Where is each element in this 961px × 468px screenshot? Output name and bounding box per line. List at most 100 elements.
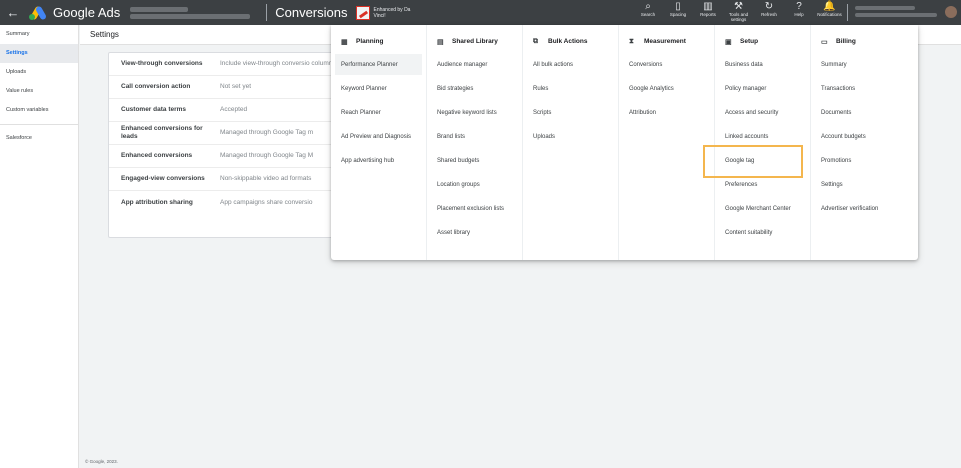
- menu-item-business-data[interactable]: Business data: [719, 54, 806, 75]
- menu-item-google-tag[interactable]: Google tag: [719, 150, 806, 171]
- spacing-button[interactable]: ▯ Spacing: [663, 0, 693, 25]
- setting-name: Engaged-view conversions: [121, 175, 205, 182]
- google-ads-logo-icon: [29, 4, 48, 21]
- help-label: Help: [794, 12, 804, 17]
- menu-item-location-groups[interactable]: Location groups: [431, 174, 518, 195]
- menu-heading-label: Billing: [836, 38, 856, 45]
- setting-value: App campaigns share conversio: [220, 198, 313, 206]
- account-selector[interactable]: [130, 4, 260, 22]
- menu-item-access-and-security[interactable]: Access and security: [719, 102, 806, 123]
- user-account-info[interactable]: [855, 6, 937, 17]
- menu-item-bid-strategies[interactable]: Bid strategies: [431, 78, 518, 99]
- setting-name: Customer data terms: [121, 106, 187, 113]
- menu-item-google-analytics[interactable]: Google Analytics: [623, 78, 710, 99]
- menu-column-setup: ▣ Setup Business data Policy manager Acc…: [715, 25, 811, 260]
- setting-value: Managed through Google Tag m: [220, 129, 314, 136]
- tools-and-settings-menu: ▦ Planning Performance Planner Keyword P…: [331, 25, 918, 260]
- copyright-footer: © Google, 2023.: [85, 459, 118, 464]
- menu-heading-label: Planning: [356, 38, 384, 45]
- setting-row-app-attribution[interactable]: App attribution sharing App campaigns sh…: [109, 191, 332, 214]
- menu-item-app-advertising-hub[interactable]: App advertising hub: [335, 150, 422, 171]
- sidebar-item-summary[interactable]: Summary: [0, 25, 78, 44]
- menu-item-attribution[interactable]: Attribution: [623, 102, 710, 123]
- reports-label: Reports: [700, 12, 716, 17]
- refresh-button[interactable]: ↻ Refresh: [754, 0, 784, 25]
- reports-icon: ▥: [703, 1, 713, 12]
- sidebar-item-settings[interactable]: Settings: [0, 44, 78, 63]
- menu-item-asset-library[interactable]: Asset library: [431, 222, 518, 243]
- menu-item-audience-manager[interactable]: Audience manager: [431, 54, 518, 75]
- menu-heading-label: Bulk Actions: [548, 38, 588, 45]
- setting-row-view-through[interactable]: View-through conversions Include view-th…: [109, 53, 332, 76]
- setup-icon: ▣: [725, 38, 732, 46]
- setting-value: Accepted: [220, 106, 248, 113]
- bulk-actions-icon: ⧉: [533, 37, 538, 45]
- menu-item-billing-summary[interactable]: Summary: [815, 54, 910, 75]
- arrow-left-icon[interactable]: ←: [2, 5, 24, 20]
- menu-item-placement-exclusion-lists[interactable]: Placement exclusion lists: [431, 198, 518, 219]
- menu-item-google-merchant-center[interactable]: Google Merchant Center: [719, 198, 806, 219]
- menu-item-shared-budgets[interactable]: Shared budgets: [431, 150, 518, 171]
- menu-item-documents[interactable]: Documents: [815, 102, 910, 123]
- menu-item-uploads[interactable]: Uploads: [527, 126, 614, 147]
- bell-icon: 🔔: [823, 1, 836, 12]
- menu-item-ad-preview[interactable]: Ad Preview and Diagnosis: [335, 126, 422, 147]
- page-title: Conversions: [275, 5, 348, 20]
- menu-item-rules[interactable]: Rules: [527, 78, 614, 99]
- menu-item-billing-settings[interactable]: Settings: [815, 174, 910, 195]
- menu-heading-billing: ▭ Billing: [811, 34, 914, 49]
- promo-text[interactable]: Enhanced by Da Vinci!: [373, 7, 413, 19]
- menu-item-performance-planner[interactable]: Performance Planner: [335, 54, 422, 75]
- menu-item-brand-lists[interactable]: Brand lists: [431, 126, 518, 147]
- menu-item-advertiser-verification[interactable]: Advertiser verification: [815, 198, 910, 219]
- setting-row-call-conversion[interactable]: Call conversion action Not set yet: [109, 76, 332, 99]
- setting-row-enhanced-conversions[interactable]: Enhanced conversions Managed through Goo…: [109, 145, 332, 168]
- tools-and-settings-button[interactable]: ⚒ Tools and settings: [723, 0, 754, 25]
- wrench-icon: ⚒: [734, 1, 743, 12]
- setting-row-engaged-view[interactable]: Engaged-view conversions Non-skippable v…: [109, 168, 332, 191]
- menu-heading-label: Measurement: [644, 38, 686, 45]
- menu-item-scripts[interactable]: Scripts: [527, 102, 614, 123]
- menu-item-promotions[interactable]: Promotions: [815, 150, 910, 171]
- search-label: Search: [640, 12, 656, 17]
- menu-item-reach-planner[interactable]: Reach Planner: [335, 102, 422, 123]
- sidebar-item-custom-variables[interactable]: Custom variables: [0, 101, 78, 120]
- menu-column-bulk-actions: ⧉ Bulk Actions All bulk actions Rules Sc…: [523, 25, 619, 260]
- spacing-icon: ▯: [675, 1, 681, 12]
- search-button[interactable]: ⌕ Search: [633, 0, 663, 25]
- refresh-icon: ↻: [764, 1, 774, 12]
- sidebar-item-salesforce[interactable]: Salesforce: [0, 129, 78, 148]
- sidebar-divider: [0, 124, 78, 125]
- sidebar-item-uploads[interactable]: Uploads: [0, 63, 78, 82]
- sidebar-item-value-rules[interactable]: Value rules: [0, 82, 78, 101]
- toolbar: ⌕ Search ▯ Spacing ▥ Reports ⚒ Tools and…: [633, 0, 845, 25]
- sidebar: Summary Settings Uploads Value rules Cus…: [0, 25, 79, 468]
- menu-item-transactions[interactable]: Transactions: [815, 78, 910, 99]
- menu-item-content-suitability[interactable]: Content suitability: [719, 222, 806, 243]
- menu-item-preferences[interactable]: Preferences: [719, 174, 806, 195]
- menu-item-keyword-planner[interactable]: Keyword Planner: [335, 78, 422, 99]
- setting-row-enhanced-leads[interactable]: Enhanced conversions for leads Managed t…: [109, 122, 332, 145]
- promo-image-icon[interactable]: [356, 5, 371, 20]
- setting-row-customer-data-terms[interactable]: Customer data terms Accepted: [109, 99, 332, 122]
- calendar-icon: ▦: [341, 38, 348, 46]
- menu-column-shared-library: ▤ Shared Library Audience manager Bid st…: [427, 25, 523, 260]
- credit-card-icon: ▭: [821, 38, 828, 46]
- notifications-button[interactable]: 🔔 Notifications: [814, 0, 845, 25]
- menu-item-linked-accounts[interactable]: Linked accounts: [719, 126, 806, 147]
- app-name: Google Ads: [53, 5, 121, 20]
- refresh-label: Refresh: [761, 12, 777, 17]
- tools-and-settings-label: Tools and settings: [728, 12, 749, 22]
- menu-item-account-budgets[interactable]: Account budgets: [815, 126, 910, 147]
- menu-column-billing: ▭ Billing Summary Transactions Documents…: [811, 25, 914, 260]
- setting-name: Call conversion action: [121, 83, 191, 90]
- menu-item-conversions[interactable]: Conversions: [623, 54, 710, 75]
- help-button[interactable]: ? Help: [784, 0, 814, 25]
- menu-item-all-bulk-actions[interactable]: All bulk actions: [527, 54, 614, 75]
- menu-column-measurement: ⧗ Measurement Conversions Google Analyti…: [619, 25, 715, 260]
- reports-button[interactable]: ▥ Reports: [693, 0, 723, 25]
- menu-item-policy-manager[interactable]: Policy manager: [719, 78, 806, 99]
- menu-heading-shared-library: ▤ Shared Library: [427, 34, 522, 49]
- avatar[interactable]: [945, 6, 957, 18]
- menu-item-negative-keyword-lists[interactable]: Negative keyword lists: [431, 102, 518, 123]
